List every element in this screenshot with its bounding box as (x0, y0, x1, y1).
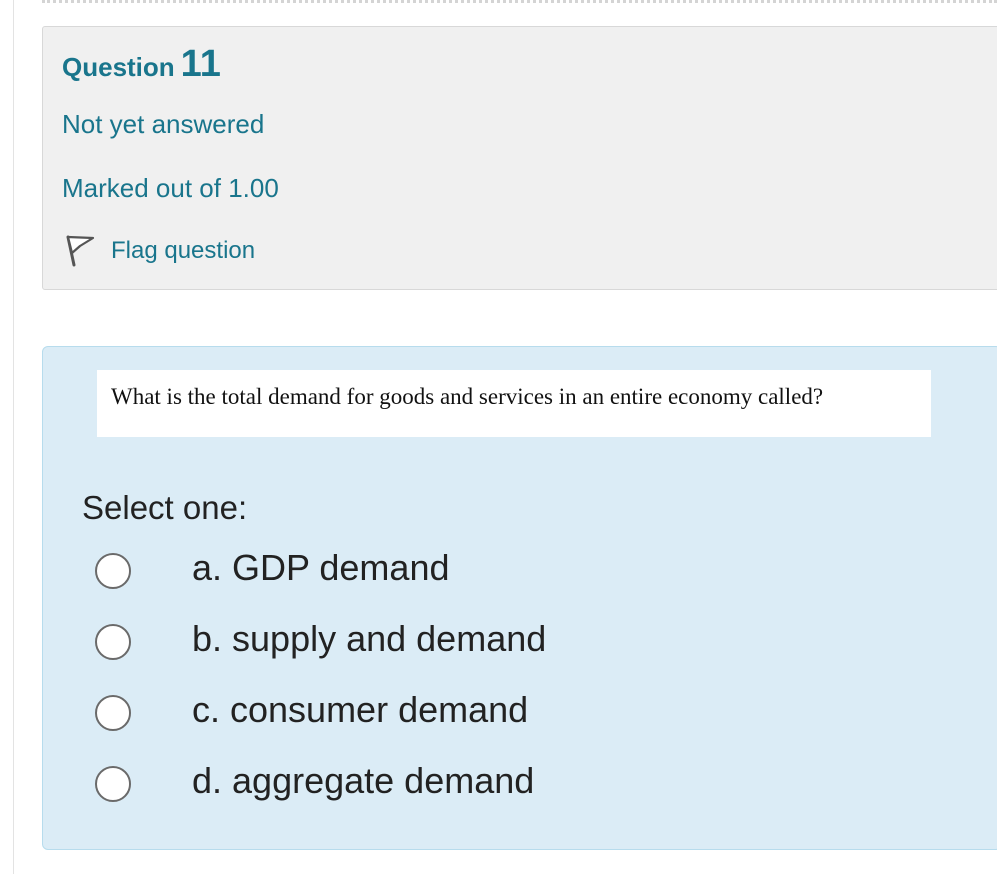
flag-question-button[interactable]: Flag question (65, 233, 255, 269)
question-info-panel: Question 11 Not yet answered Marked out o… (42, 26, 997, 290)
answer-list: a. GDP demand b. supply and demand c. co… (95, 547, 795, 831)
top-dotted-divider (42, 0, 997, 4)
answer-label-b[interactable]: b. supply and demand (192, 618, 546, 660)
question-content-panel: What is the total demand for goods and s… (42, 346, 997, 850)
radio-button-b[interactable] (95, 624, 131, 660)
answer-label-a[interactable]: a. GDP demand (192, 547, 449, 589)
answer-option-a[interactable]: a. GDP demand (95, 547, 795, 618)
question-number: 11 (180, 43, 221, 85)
answer-option-d[interactable]: d. aggregate demand (95, 760, 795, 831)
answer-prompt: Select one: (82, 489, 248, 526)
question-word: Question (62, 52, 175, 82)
question-heading: Question 11 (62, 43, 221, 86)
radio-button-c[interactable] (95, 695, 131, 731)
flag-icon (65, 233, 97, 269)
answer-label-d[interactable]: d. aggregate demand (192, 760, 534, 802)
flag-question-label: Flag question (111, 237, 256, 264)
answer-label-c[interactable]: c. consumer demand (192, 689, 528, 731)
question-text: What is the total demand for goods and s… (97, 370, 931, 437)
radio-button-d[interactable] (95, 766, 131, 802)
left-divider (13, 0, 14, 874)
quiz-page: Question 11 Not yet answered Marked out o… (0, 0, 997, 874)
answer-option-c[interactable]: c. consumer demand (95, 689, 795, 760)
radio-button-a[interactable] (95, 553, 131, 589)
answer-option-b[interactable]: b. supply and demand (95, 618, 795, 689)
question-state: Not yet answered (62, 109, 265, 139)
question-grade: Marked out of 1.00 (62, 173, 279, 203)
